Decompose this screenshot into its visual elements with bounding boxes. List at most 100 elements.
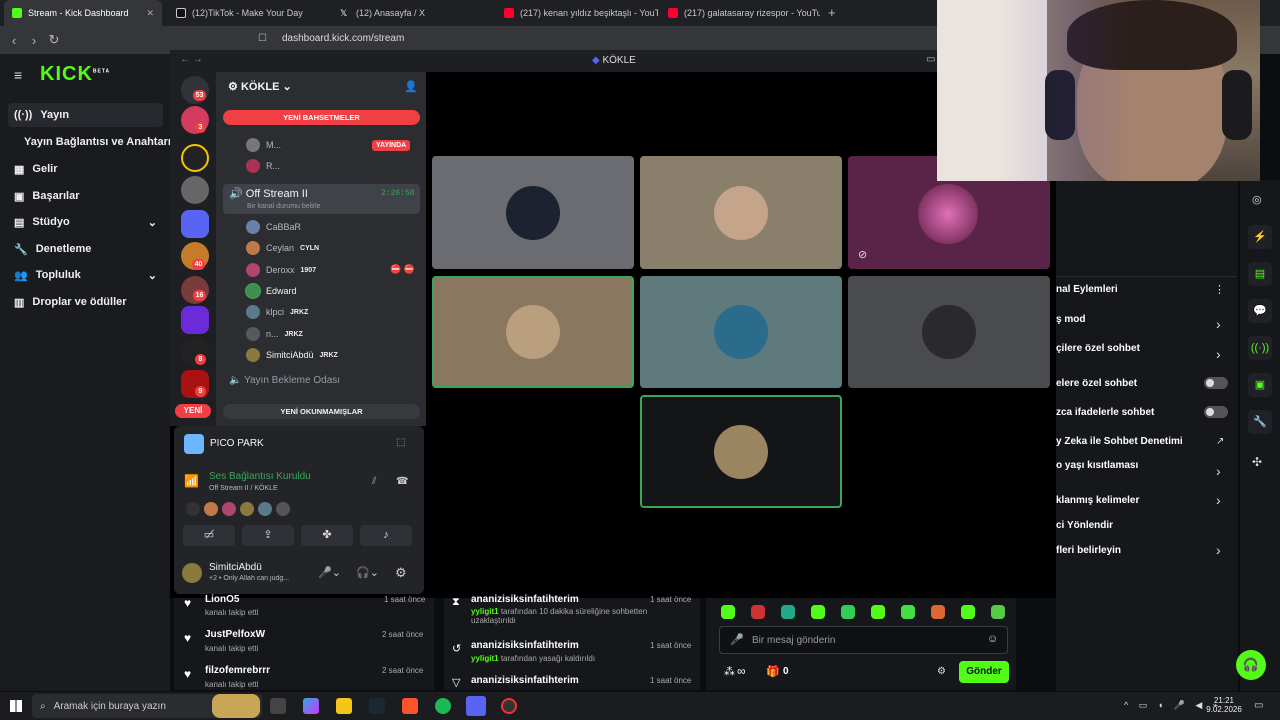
member-item[interactable]: SimitciAbdü JRKZ: [246, 346, 338, 364]
emote[interactable]: [931, 605, 945, 619]
emote[interactable]: [751, 605, 765, 619]
send-button[interactable]: Gönder: [959, 661, 1009, 683]
emote[interactable]: [991, 605, 1005, 619]
action-item[interactable]: klanmış kelimeler: [1056, 495, 1139, 506]
kick-logo[interactable]: KICKBETA: [40, 63, 110, 86]
add-friend-icon[interactable]: 👤: [404, 80, 418, 93]
file-explorer-icon[interactable]: [336, 698, 352, 714]
folder-icon[interactable]: [181, 210, 209, 238]
activities-button[interactable]: ✤: [301, 525, 353, 546]
nav-basarilar[interactable]: ▣ Başarılar: [8, 184, 163, 208]
username[interactable]: SimitciAbdü: [209, 562, 262, 573]
nav-denetleme[interactable]: 🔧 Denetleme: [8, 237, 163, 261]
connection-channel[interactable]: Off Stream II / KÖKLE: [209, 485, 278, 492]
voice-tile[interactable]: [848, 276, 1050, 388]
member-item[interactable]: R...: [246, 157, 280, 175]
chevron-right-icon[interactable]: ›: [1216, 463, 1221, 479]
connection-status[interactable]: Ses Bağlantısı Kuruldu: [209, 471, 311, 482]
action-item[interactable]: y Zeka ile Sohbet Denetimi: [1056, 436, 1183, 447]
tab-youtube-1[interactable]: (217) kenan yıldız beşiktaşlı - YouTube: [496, 0, 658, 26]
voice-tile[interactable]: [432, 156, 634, 269]
member-item[interactable]: n... JRKZ: [246, 325, 303, 343]
action-item[interactable]: çilere özel sohbet: [1056, 343, 1140, 354]
member-item[interactable]: Deroxx 1907: [246, 261, 316, 279]
more-options-icon[interactable]: ⋮: [1214, 283, 1225, 296]
tab-x[interactable]: 𝕏 (12) Anasayfa / X: [332, 0, 492, 26]
chat-settings-icon[interactable]: ⚙: [937, 666, 946, 677]
new-mentions-button[interactable]: YENİ BAHSETMELER: [223, 110, 420, 125]
steam-icon[interactable]: [369, 698, 385, 714]
new-unread-button[interactable]: YENİ OKUNMAMIŞLAR: [223, 404, 420, 419]
emote[interactable]: [901, 605, 915, 619]
inbox-icon[interactable]: ▭: [926, 54, 935, 65]
spotify-icon[interactable]: [435, 698, 451, 714]
close-tab-icon[interactable]: ✕: [146, 8, 154, 19]
server-icon[interactable]: [181, 306, 209, 334]
emote[interactable]: [841, 605, 855, 619]
tab-youtube-2[interactable]: (217) galatasaray rizespor - YouTube: [660, 0, 820, 26]
reload-icon[interactable]: ↻: [44, 32, 64, 48]
action-item[interactable]: fleri belirleyin: [1056, 545, 1121, 556]
task-view-icon[interactable]: [270, 698, 286, 714]
headphones-icon[interactable]: 🎧⌄: [356, 566, 379, 579]
tab-tiktok[interactable]: (12)TikTok - Make Your Day: [168, 0, 328, 26]
voice-tile-speaking[interactable]: [432, 276, 634, 388]
url-field[interactable]: dashboard.kick.com/stream: [282, 33, 404, 44]
camera-button[interactable]: ▭̸: [183, 525, 235, 546]
new-tab-button[interactable]: +: [828, 5, 836, 20]
bookmark-icon[interactable]: ☐: [258, 33, 267, 44]
toggle-switch[interactable]: [1204, 406, 1228, 418]
copilot-icon[interactable]: [303, 698, 319, 714]
back-icon[interactable]: ‹: [4, 33, 24, 48]
member-item[interactable]: Edward: [246, 282, 297, 300]
member-item[interactable]: Ceylan CYLN: [246, 239, 319, 257]
microphone-icon[interactable]: 🎤: [730, 633, 744, 646]
emote[interactable]: [871, 605, 885, 619]
event-username[interactable]: ananizisiksinfatihterim: [471, 675, 579, 686]
emote[interactable]: [961, 605, 975, 619]
nav-arrows-icon[interactable]: ← →: [180, 54, 203, 65]
voice-tile[interactable]: [640, 156, 842, 269]
chat-input-placeholder[interactable]: Bir mesaj gönderin: [752, 635, 835, 646]
tab-kick-dashboard[interactable]: Stream - Kick Dashboard ✕: [4, 0, 162, 26]
nav-topluluk[interactable]: 👥 Topluluk ⌄: [8, 263, 163, 287]
nav-yayin[interactable]: ((·)) Yayın: [8, 103, 163, 127]
layout-icon[interactable]: ▣: [1248, 373, 1272, 397]
lightning-icon[interactable]: ⚡: [1248, 225, 1272, 249]
event-username[interactable]: JustPelfoxW: [205, 629, 265, 640]
server-name[interactable]: ⚙ KÖKLE ⌄: [228, 80, 292, 93]
voice-tile[interactable]: [640, 276, 842, 388]
member-item[interactable]: M...: [246, 136, 281, 154]
noise-suppression-icon[interactable]: ⫽: [372, 476, 376, 487]
screen-share-icon[interactable]: ⬚: [396, 437, 405, 448]
chrome-icon[interactable]: [501, 698, 517, 714]
event-username[interactable]: ananizisiksinfatihterim: [471, 640, 579, 651]
wrench-icon[interactable]: 🔧: [1248, 410, 1272, 434]
nav-stream-key[interactable]: Yayın Bağlantısı ve Anahtarı: [18, 130, 173, 154]
chevron-right-icon[interactable]: ›: [1216, 542, 1221, 558]
member-item[interactable]: CaBBaR: [246, 218, 301, 236]
voice-tile-speaking[interactable]: [640, 395, 842, 508]
discord-icon[interactable]: [466, 696, 486, 716]
brave-icon[interactable]: [402, 698, 418, 714]
forward-icon[interactable]: ›: [24, 33, 44, 48]
support-icon[interactable]: 🎧: [1236, 650, 1266, 680]
windows-start-icon[interactable]: [10, 700, 22, 712]
target-icon[interactable]: ◎: [1252, 193, 1262, 206]
emote[interactable]: [721, 605, 735, 619]
event-username[interactable]: filzofemrebrrr: [205, 665, 270, 676]
server-icon[interactable]: [181, 144, 209, 172]
user-avatar[interactable]: [182, 563, 202, 583]
new-servers-badge[interactable]: YENİ: [175, 404, 211, 418]
external-link-icon[interactable]: ↗: [1216, 436, 1224, 447]
action-item[interactable]: o yaşı kısıtlaması: [1056, 460, 1138, 471]
clock[interactable]: 21:21 9.02.2026: [1206, 696, 1242, 714]
nav-gelir[interactable]: ▦ Gelir: [8, 157, 163, 181]
document-icon[interactable]: ▤: [1248, 262, 1272, 286]
share-screen-button[interactable]: ⇪: [242, 525, 294, 546]
emote-icon[interactable]: ✣: [1252, 455, 1262, 469]
notifications-icon[interactable]: ▭: [1254, 700, 1263, 711]
waiting-room-channel[interactable]: 🔈 Yayın Bekleme Odası: [229, 375, 340, 386]
settings-gear-icon[interactable]: ⚙: [395, 565, 407, 581]
server-icon[interactable]: [181, 176, 209, 204]
